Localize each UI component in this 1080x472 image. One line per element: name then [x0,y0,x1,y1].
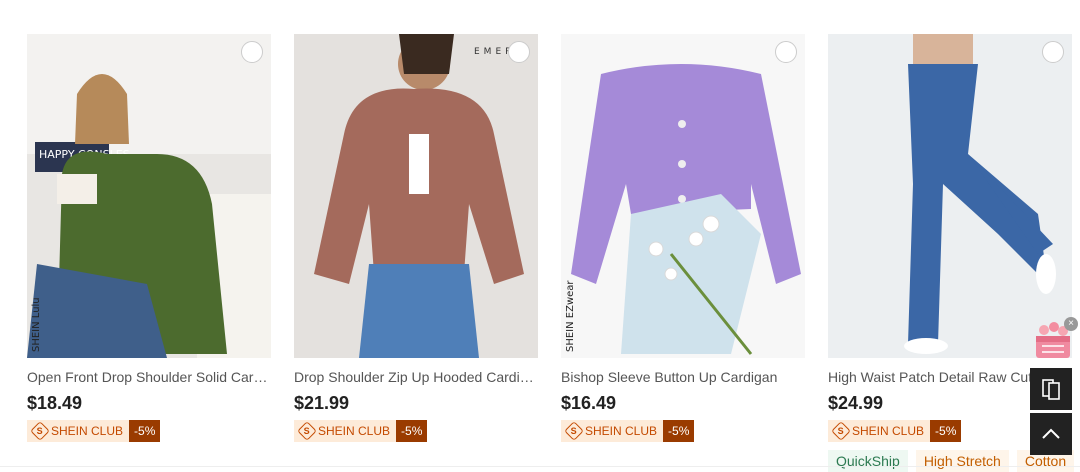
arrow-up-icon [1042,428,1060,439]
product-image[interactable]: SHEIN EZwear [561,34,805,358]
product-photo: EMERIS [294,34,538,358]
club-label: SHEIN CLUB [852,424,925,438]
product-card[interactable]: HAPPY CONSLES SHEIN Lulu Open Front Drop… [27,34,271,442]
product-image[interactable]: HAPPY CONSLES SHEIN Lulu [27,34,271,358]
club-discount: -5% [930,420,962,442]
product-photo: SHEIN EZwear [561,34,805,358]
club-discount: -5% [663,420,695,442]
product-price: $21.99 [294,393,350,413]
tag-high-stretch: High Stretch [915,450,1009,472]
shein-club-badge: S SHEIN CLUB -5% [561,420,805,442]
close-icon[interactable]: × [1064,317,1078,331]
select-circle-icon[interactable] [508,41,530,63]
shein-club-icon: S [30,421,50,441]
shein-club-icon: S [297,421,317,441]
product-title[interactable]: Open Front Drop Shoulder Solid Cardigan [27,368,271,386]
back-to-top-button[interactable] [1030,413,1072,455]
product-grid: HAPPY CONSLES SHEIN Lulu Open Front Drop… [0,0,1080,472]
club-label: SHEIN CLUB [585,424,658,438]
product-price: $16.49 [561,393,617,413]
compare-icon [1042,379,1060,400]
select-circle-icon[interactable] [775,41,797,63]
image-watermark: SHEIN EZwear [565,280,576,352]
club-label: SHEIN CLUB [318,424,391,438]
product-photo [828,34,1072,358]
divider [0,466,1080,467]
shein-club-badge: S SHEIN CLUB -5% [294,420,538,442]
shein-club-icon: S [831,421,851,441]
tag-quickship: QuickShip [828,450,908,472]
product-image[interactable]: EMERIS [294,34,538,358]
select-circle-icon[interactable] [1042,41,1064,63]
product-title[interactable]: Bishop Sleeve Button Up Cardigan [561,368,805,386]
product-card[interactable]: EMERIS Drop Shoulder Zip Up Hooded Cardi… [294,34,538,442]
select-circle-icon[interactable] [241,41,263,63]
shein-club-badge: S SHEIN CLUB -5% [27,420,271,442]
product-card[interactable]: SHEIN EZwear Bishop Sleeve Button Up Car… [561,34,805,442]
club-label: SHEIN CLUB [51,424,124,438]
product-photo: HAPPY CONSLES SHEIN Lulu [27,34,271,358]
shein-club-icon: S [564,421,584,441]
product-price: $18.49 [27,393,83,413]
product-image[interactable] [828,34,1072,358]
product-title[interactable]: Drop Shoulder Zip Up Hooded Cardigan [294,368,538,386]
club-discount: -5% [396,420,428,442]
image-watermark: SHEIN Lulu [31,297,42,352]
club-discount: -5% [129,420,161,442]
compare-button[interactable] [1030,368,1072,410]
